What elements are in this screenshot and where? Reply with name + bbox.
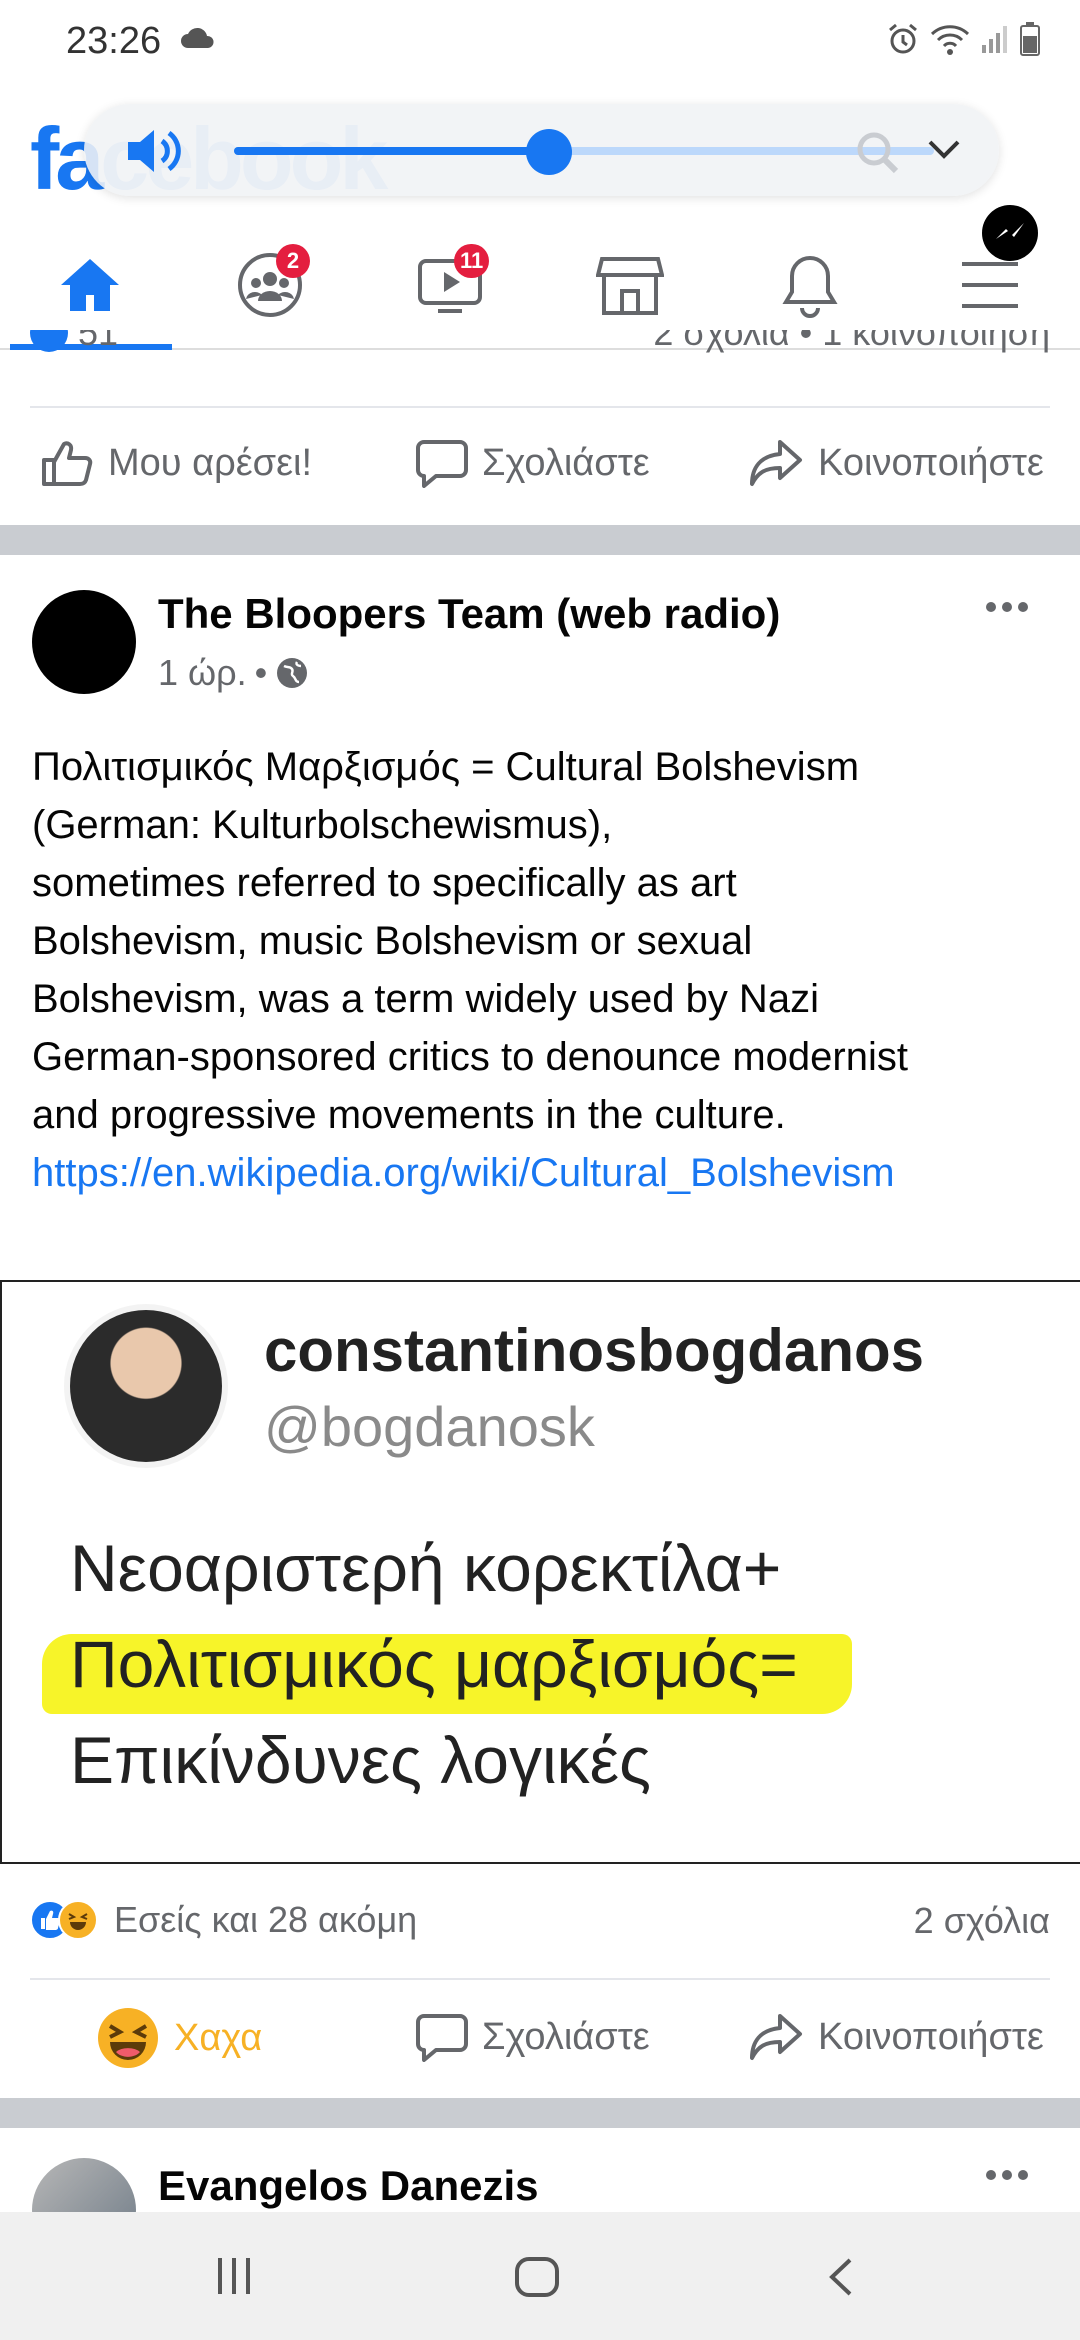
reactions-summary[interactable]: Εσείς και 28 ακόμη: [30, 1898, 417, 1942]
like-reaction-icon: [30, 330, 68, 352]
battery-icon: [1020, 22, 1040, 61]
groups-badge: 2: [276, 244, 310, 278]
post-actions: Χαχα Σχολιάστε Κοινοποιήστε: [0, 1984, 1080, 2094]
volume-panel[interactable]: [84, 104, 999, 196]
recent-apps-icon[interactable]: [214, 2256, 254, 2301]
cloud-icon: [180, 26, 216, 55]
globe-icon: [277, 658, 308, 688]
haha-icon: [98, 2008, 158, 2068]
post-text: Πολιτισμικός Μαρξισμός = Cultural Bolshe…: [32, 738, 1052, 1202]
system-navigation-bar: [0, 2212, 1080, 2340]
feed-separator: [0, 2098, 1080, 2128]
post-author[interactable]: Evangelos Danezis: [158, 2162, 538, 2210]
post-text-line: Πολιτισμικός Μαρξισμός = Cultural Bolshe…: [32, 745, 860, 789]
marketplace-icon: [596, 257, 664, 315]
meta-dot: •: [254, 652, 268, 693]
bell-icon: [782, 255, 838, 318]
tweet-line: Επικίνδυνες λογικές: [70, 1723, 651, 1797]
app-header: facebook: [0, 90, 1080, 261]
status-clock: 23:26: [66, 20, 162, 62]
prev-post-actions: Μου αρέσει! Σχολιάστε Κοινοποιήστε: [0, 412, 1080, 522]
post-time[interactable]: 1 ώρ.: [158, 652, 247, 694]
divider: [30, 1978, 1050, 1980]
volume-slider-fill: [234, 147, 549, 155]
chevron-down-icon[interactable]: [924, 134, 964, 169]
prev-post-stats: 51 2 σχόλια • 1 κοινοποίηση: [30, 330, 1050, 370]
prev-post-meta[interactable]: 2 σχόλια • 1 κοινοποίηση: [653, 330, 1050, 354]
post-text-line: sometimes referred to specifically as ar…: [32, 861, 737, 905]
status-bar: 23:26: [0, 0, 1080, 90]
post-link[interactable]: https://en.wikipedia.org/wiki/Cultural_B…: [32, 1151, 895, 1195]
wifi-icon: [930, 22, 970, 61]
tweet-text-suffix: =: [759, 1627, 798, 1701]
haha-reaction-icon: [58, 1900, 98, 1940]
comment-button[interactable]: Σχολιάστε: [416, 438, 650, 488]
haha-button[interactable]: Χαχα: [96, 2006, 262, 2070]
share-icon: [750, 2014, 802, 2060]
comment-icon: [416, 2014, 468, 2062]
share-button[interactable]: Κοινοποιήστε: [748, 438, 1044, 488]
home-nav-icon[interactable]: [514, 2256, 560, 2303]
watch-badge: 11: [454, 244, 490, 278]
thumbs-up-icon: [42, 441, 93, 486]
like-button[interactable]: Μου αρέσει!: [40, 438, 312, 488]
comment-icon: [416, 440, 468, 488]
post-text-line: German-sponsored critics to denounce mod…: [32, 1035, 908, 1079]
volume-slider-thumb[interactable]: [526, 129, 572, 175]
post-text-line: (German: Kulturbolschewismus),: [32, 803, 613, 847]
post-meta: 1 ώρ. •: [158, 652, 309, 694]
post-image[interactable]: constantinosbogdanos @bogdanosk Νεοαριστ…: [0, 1280, 1080, 1864]
post-text-line: and progressive movements in the culture…: [32, 1093, 786, 1137]
more-options-icon[interactable]: [984, 600, 1030, 619]
share-icon: [750, 440, 802, 486]
share-button[interactable]: Κοινοποιήστε: [748, 2012, 1044, 2062]
tweet-line: Νεοαριστερή κορεκτίλα+: [70, 1531, 782, 1605]
reactions-text: Εσείς και 28 ακόμη: [114, 1899, 418, 1940]
tweet-highlighted-text: Πολιτισμικός μαρξισμός: [70, 1627, 760, 1701]
back-icon[interactable]: [826, 2256, 856, 2303]
more-options-icon[interactable]: [984, 2168, 1030, 2187]
signal-icon: [980, 23, 1010, 60]
tweet-author-name: constantinosbogdanos: [264, 1317, 924, 1384]
speaker-icon[interactable]: [124, 124, 184, 183]
divider: [30, 406, 1050, 408]
comments-count[interactable]: 2 σχόλια: [914, 1900, 1050, 1942]
comment-button[interactable]: Σχολιάστε: [416, 2012, 650, 2062]
feed-separator: [0, 525, 1080, 555]
post-text-line: Bolshevism, music Bolshevism or sexual: [32, 919, 753, 963]
tweet-avatar: [70, 1310, 222, 1462]
status-icons: [886, 22, 1040, 61]
avatar[interactable]: [32, 590, 136, 694]
menu-icon: [962, 262, 1018, 308]
home-icon: [61, 259, 119, 311]
tweet-line: Πολιτισμικός μαρξισμός=: [70, 1626, 798, 1702]
post-author[interactable]: The Bloopers Team (web radio): [158, 590, 780, 638]
prev-post-like-count: 51: [78, 330, 119, 353]
tweet-author-handle: @bogdanosk: [264, 1395, 595, 1458]
post-text-line: Bolshevism, was a term widely used by Na…: [32, 977, 819, 1021]
alarm-icon: [886, 22, 920, 61]
search-icon[interactable]: [854, 129, 902, 182]
